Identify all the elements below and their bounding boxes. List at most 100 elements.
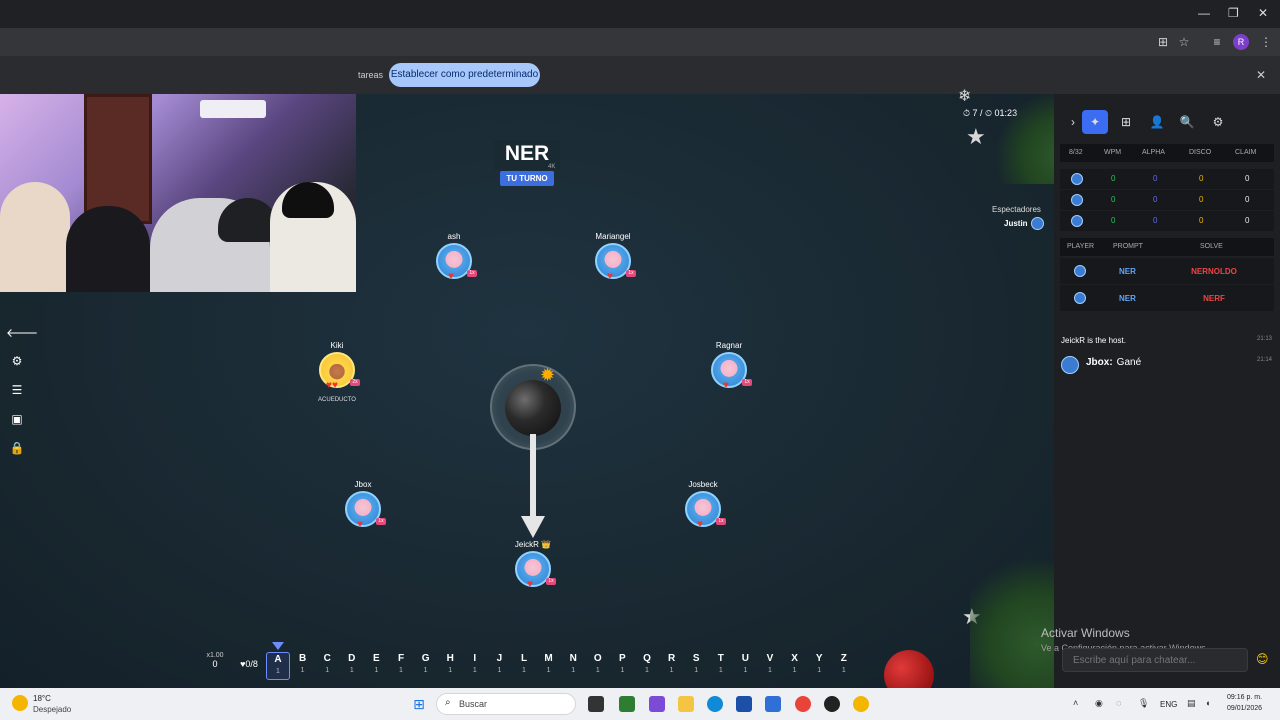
letter-key-count: 1: [817, 667, 822, 674]
letter-key-label: Y: [815, 653, 823, 664]
letter-key-count: 1: [768, 667, 772, 674]
letter-key-count: 1: [743, 667, 748, 674]
window-close-button[interactable]: ✕: [1258, 6, 1268, 20]
letter-key-count: 1: [718, 667, 723, 674]
chat-icon[interactable]: ▣: [6, 408, 28, 430]
history-prompt: NER: [1119, 267, 1136, 276]
store-icon[interactable]: [736, 696, 752, 712]
history-col-player: PLAYER: [1067, 243, 1095, 250]
letter-key-count: 1: [841, 667, 846, 674]
clock-time[interactable]: 09:16 p. m.: [1227, 694, 1262, 701]
history-solve: NERF: [1203, 294, 1225, 303]
obs-icon[interactable]: [824, 696, 840, 712]
minecraft-icon[interactable]: [619, 696, 635, 712]
app-icon[interactable]: [649, 696, 665, 712]
letter-key-label: E: [373, 653, 380, 664]
letter-key: V1: [758, 652, 782, 680]
lock-icon[interactable]: 🔒: [6, 437, 28, 459]
restore-button[interactable]: ❐: [1228, 6, 1239, 20]
history-solve: NERNOLDO: [1191, 267, 1237, 276]
letter-key: Y1: [807, 652, 831, 680]
letter-key-count: 1: [669, 667, 674, 674]
tab-players-icon[interactable]: 👤: [1144, 110, 1170, 134]
hearts-progress: ♥0/8: [240, 659, 258, 669]
windows-start-icon[interactable]: ⊞: [411, 696, 427, 712]
letter-key-count: 1: [620, 667, 625, 674]
letter-key-label: H: [446, 653, 454, 664]
letter-key: B1: [291, 652, 315, 680]
search-icon: ⌕: [445, 697, 451, 708]
player-seat: Ragnar ♥ 1x: [684, 341, 774, 401]
letter-key-label: T: [717, 653, 724, 664]
player-name: Jbox: [354, 480, 372, 489]
translate-icon[interactable]: ⊞: [1155, 34, 1171, 50]
letter-key: T1: [709, 652, 733, 680]
weather-temperature: 18°C: [33, 694, 51, 703]
player-name: JeickR 👑: [514, 540, 552, 549]
stats-row: 0 0 0 0: [1060, 211, 1274, 231]
file-explorer-icon[interactable]: [678, 696, 694, 712]
letter-key: A1: [266, 652, 290, 680]
letter-key: C1: [315, 652, 339, 680]
stats-wpm-value: 0: [1111, 216, 1116, 225]
chrome-icon[interactable]: [853, 696, 869, 712]
avatar: [1071, 194, 1083, 206]
letter-key-count: 1: [448, 667, 453, 674]
stats-claim-value: 0: [1245, 216, 1250, 225]
avatar: [1071, 173, 1083, 185]
task-view-icon[interactable]: [588, 696, 604, 712]
letter-key-label: C: [323, 653, 331, 664]
set-default-button[interactable]: Establecer como predeterminado: [389, 63, 540, 87]
chat-input[interactable]: [1062, 648, 1248, 672]
emoji-icon[interactable]: 😊: [1256, 652, 1269, 666]
profile-avatar[interactable]: R: [1233, 34, 1249, 50]
opera-icon[interactable]: [795, 696, 811, 712]
infobar-text: tareas: [358, 70, 384, 80]
tray-chevron-icon[interactable]: ˄: [1073, 698, 1078, 708]
heart-icon: ♥: [448, 271, 454, 282]
weather-sun-icon[interactable]: [12, 695, 28, 711]
edge-icon[interactable]: [707, 696, 723, 712]
clock-date[interactable]: 09/01/2026: [1227, 705, 1262, 712]
minimize-button[interactable]: —: [1198, 6, 1210, 20]
tray-network-icon[interactable]: ◌: [1116, 698, 1121, 708]
infobar-close-icon[interactable]: ✕: [1256, 68, 1266, 82]
history-col-solve: SOLVE: [1200, 243, 1223, 250]
tab-settings-icon[interactable]: ⚙: [1205, 110, 1231, 134]
letter-key: X1: [783, 652, 807, 680]
language-indicator[interactable]: ENG: [1160, 700, 1177, 709]
chrome-menu-icon[interactable]: ⋮: [1258, 34, 1274, 50]
bookmark-star-icon[interactable]: ☆: [1176, 34, 1192, 50]
history-col-prompt: PROMPT: [1113, 243, 1143, 250]
letter-key-count: 1: [571, 667, 576, 674]
taskbar-search[interactable]: [436, 693, 576, 715]
letter-key: L1: [512, 652, 536, 680]
star-decoration-icon: ★: [966, 124, 986, 149]
letter-key-label: I: [473, 653, 477, 664]
letter-key-count: 1: [423, 667, 428, 674]
lives-tag: 1x: [716, 518, 726, 525]
letter-key: J1: [487, 652, 511, 680]
tab-rules-icon[interactable]: ⊞: [1113, 110, 1139, 134]
media-controls-icon[interactable]: ≡: [1209, 34, 1225, 50]
lives-tag: 1x: [546, 578, 556, 585]
stats-claim-value: 0: [1245, 195, 1250, 204]
letter-key: P1: [610, 652, 634, 680]
gear-icon[interactable]: ⚙: [6, 350, 28, 372]
wifi-icon[interactable]: ▤: [1187, 698, 1196, 709]
windows-taskbar: [0, 688, 1280, 720]
activate-windows-title: Activar Windows: [1041, 626, 1130, 640]
stats-disco-value: 0: [1199, 216, 1204, 225]
volume-icon[interactable]: ◖: [1205, 698, 1210, 708]
mail-icon[interactable]: [765, 696, 781, 712]
menu-icon[interactable]: ☰: [6, 379, 28, 401]
letter-key-count: 1: [300, 667, 305, 674]
microphone-icon[interactable]: 🎙: [1138, 698, 1149, 709]
webcam-overlay: [0, 94, 356, 292]
back-arrow-icon[interactable]: 🡐: [6, 322, 38, 344]
tab-stats-icon[interactable]: ✦: [1082, 110, 1108, 134]
tab-search-icon[interactable]: 🔍: [1174, 110, 1200, 134]
taskbar-search-text: Buscar: [459, 699, 488, 709]
letter-key: E1: [364, 652, 388, 680]
tray-app-icon[interactable]: ◉: [1095, 698, 1103, 709]
